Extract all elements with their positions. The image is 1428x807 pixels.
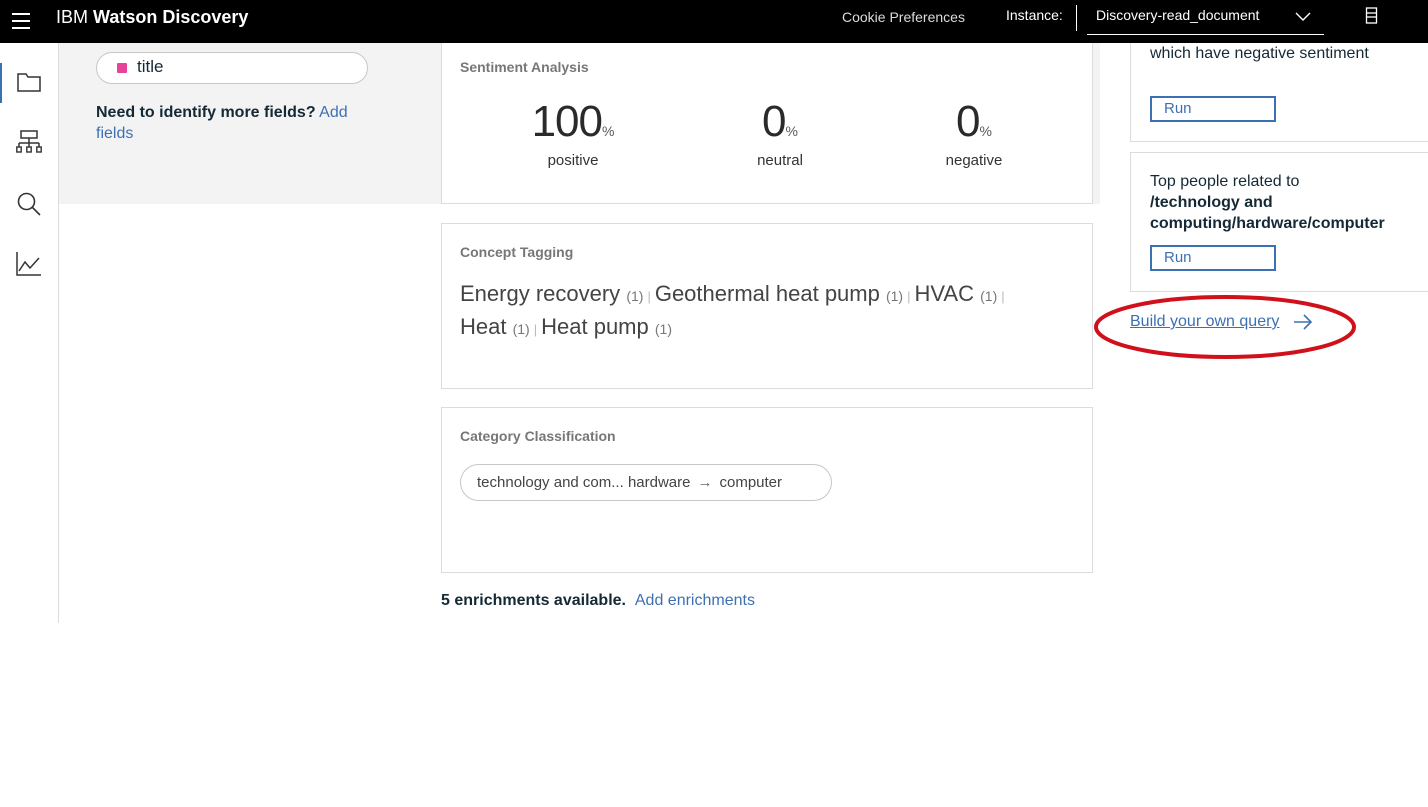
query-suggestion-card-negative: which have negative sentiment Run	[1130, 43, 1428, 142]
top-bar: IBM Watson Discovery Cookie Preferences …	[0, 0, 1428, 43]
brand-prefix: IBM	[56, 7, 89, 27]
field-color-swatch	[117, 63, 127, 73]
instance-dropdown[interactable]: Discovery-read_document	[1087, 0, 1324, 35]
document-icon[interactable]	[1365, 6, 1379, 26]
brand-name: Watson Discovery	[93, 7, 249, 27]
annotation-ellipse	[1094, 295, 1356, 359]
enrichments-available: 5 enrichments available. Add enrichments	[441, 591, 755, 611]
arrow-right-icon: →	[697, 474, 713, 491]
instance-value: Discovery-read_document	[1096, 7, 1260, 23]
sidenav-item-insights[interactable]	[0, 237, 58, 293]
query-suggestion-text: which have negative sentiment	[1150, 45, 1369, 62]
category-level-1: technology and com...	[477, 474, 624, 491]
sentiment-unit: %	[601, 123, 615, 139]
concept-name: HVAC	[914, 281, 975, 306]
sentiment-value: 0	[762, 97, 787, 146]
category-level-2: hardware	[627, 474, 691, 491]
concept-tagging-card: Concept Tagging Energy recovery (1) | Geot…	[441, 223, 1093, 389]
sentiment-label: negative	[945, 152, 1003, 169]
sentiment-unit: %	[785, 123, 798, 139]
instance-divider	[1076, 5, 1077, 31]
concept-tag[interactable]: Geothermal heat pump (1)	[655, 281, 903, 306]
query-suggestion-category: /technology and computing/hardware/compu…	[1150, 194, 1385, 232]
enrichments-count-text: 5 enrichments available.	[441, 592, 626, 609]
concept-name: Heat pump	[541, 314, 649, 339]
field-tag-title[interactable]: title	[96, 52, 368, 84]
category-classification-card: Category Classification technology and c…	[441, 407, 1093, 573]
concept-separator: |	[647, 289, 651, 304]
concept-separator: |	[533, 322, 538, 337]
sentiment-label: positive	[547, 152, 599, 169]
concept-tag[interactable]: HVAC (1)	[915, 281, 998, 306]
sentiment-value: 0	[956, 97, 981, 146]
query-suggestion-line: Top people related to	[1150, 173, 1300, 190]
sentiment-positive: 100% positive	[473, 97, 673, 170]
sentiment-negative: 0% negative	[874, 97, 1074, 170]
concept-tagging-title: Concept Tagging	[460, 244, 574, 260]
category-title: Category Classification	[460, 428, 616, 444]
instance-label: Instance:	[1006, 7, 1063, 23]
chart-icon	[16, 252, 41, 276]
need-more-fields: Need to identify more fields? Add fields	[96, 102, 376, 144]
sentiment-analysis-card: Sentiment Analysis 100% positive 0% neut…	[441, 43, 1093, 204]
sentiment-value: 100	[531, 97, 603, 146]
concept-name: Heat	[460, 314, 507, 339]
concept-tag[interactable]: Energy recovery (1)	[460, 281, 643, 306]
sidenav-item-build-queries[interactable]	[0, 115, 58, 171]
concept-tag[interactable]: Heat (1)	[460, 314, 530, 339]
field-tag-label: title	[137, 57, 164, 76]
concept-count: (1)	[980, 288, 998, 304]
concept-count: (1)	[654, 321, 672, 337]
concept-name: Energy recovery	[460, 281, 621, 306]
need-more-fields-text: Need to identify more fields?	[96, 104, 316, 121]
concept-count: (1)	[626, 288, 644, 304]
side-nav	[0, 43, 59, 623]
sidenav-item-search[interactable]	[0, 177, 58, 233]
folder-icon	[17, 73, 41, 92]
concept-name: Geothermal heat pump	[654, 281, 880, 306]
run-button[interactable]: Run	[1150, 245, 1276, 271]
app-title: IBM Watson Discovery	[56, 0, 248, 34]
concept-count: (1)	[885, 288, 904, 304]
search-icon	[17, 192, 41, 216]
sentiment-unit: %	[979, 123, 992, 139]
sidenav-item-manage-data[interactable]	[0, 55, 58, 111]
menu-icon[interactable]	[12, 8, 32, 34]
concept-separator: |	[907, 289, 911, 304]
hierarchy-icon	[16, 130, 42, 153]
concept-count: (1)	[512, 321, 530, 337]
concept-tag[interactable]: Heat pump (1)	[541, 314, 672, 339]
sentiment-title: Sentiment Analysis	[460, 59, 589, 75]
query-suggestion-card-people: Top people related to /technology and co…	[1130, 152, 1428, 292]
query-suggestion-text: Top people related to /technology and co…	[1150, 171, 1425, 234]
chevron-down-icon	[1295, 12, 1311, 21]
category-level-3: computer	[719, 474, 783, 491]
concept-list: Energy recovery (1) | Geothermal heat pump…	[460, 279, 1060, 345]
category-path-pill[interactable]: technology and com... hardware → computer	[460, 464, 832, 501]
sentiment-neutral: 0% neutral	[680, 97, 880, 170]
add-enrichments-link[interactable]: Add enrichments	[635, 592, 755, 609]
concept-separator: |	[1001, 289, 1005, 304]
run-button[interactable]: Run	[1150, 96, 1276, 122]
cookie-preferences-link[interactable]: Cookie Preferences	[842, 0, 965, 34]
sentiment-label: neutral	[757, 152, 803, 169]
